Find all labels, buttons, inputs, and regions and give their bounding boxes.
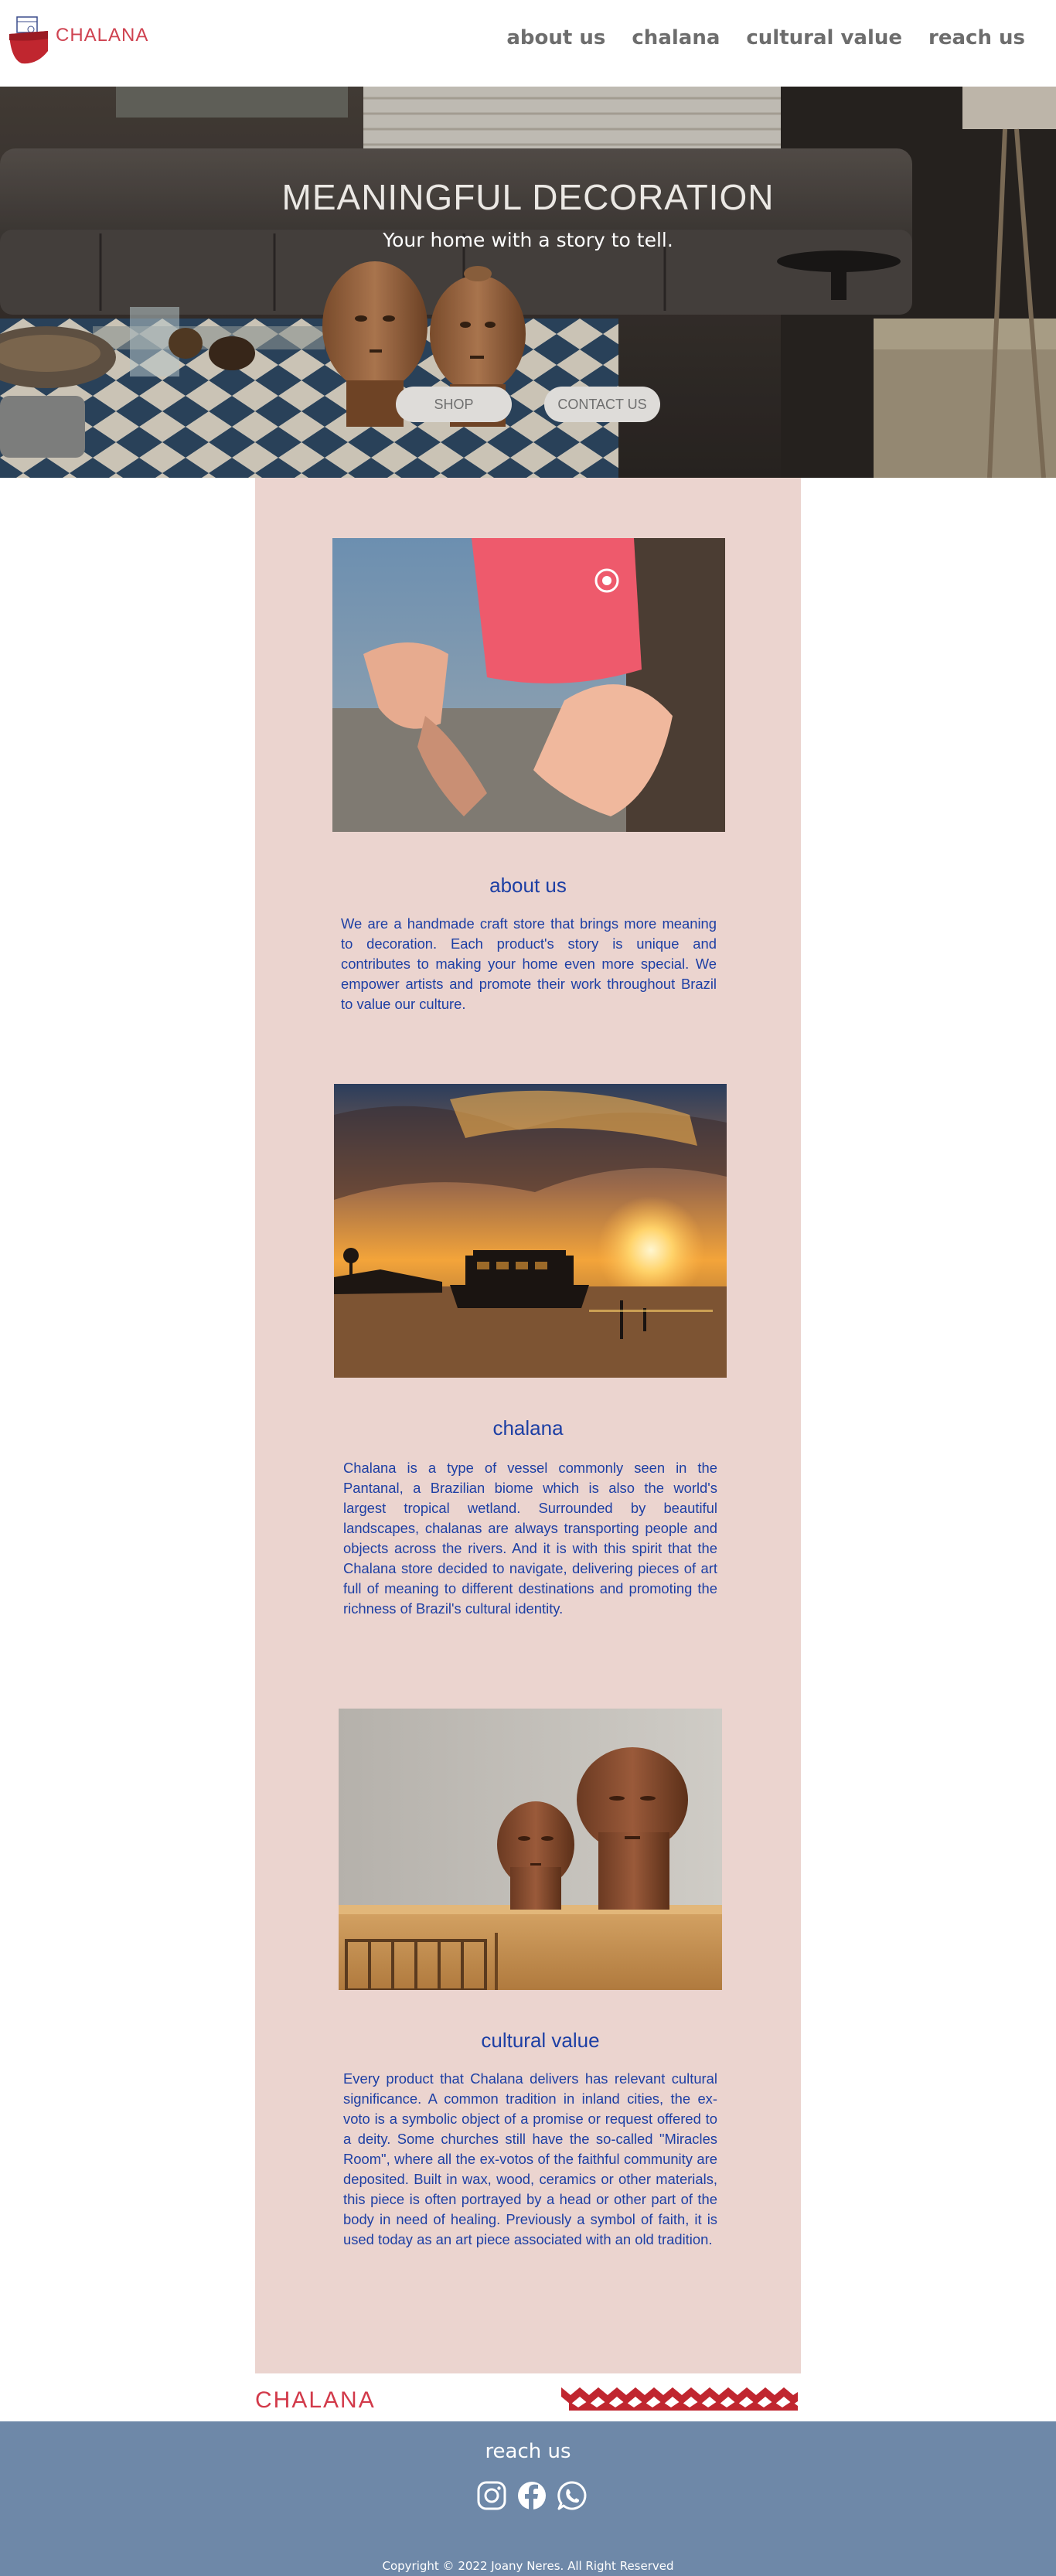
logo[interactable]: CHALANA [6, 14, 153, 68]
site-footer: reach us Copyright © 2022 Joany Neres. A… [0, 2421, 1056, 2576]
sunset-boat-image [334, 1084, 727, 1378]
contact-us-button[interactable]: CONTACT US [544, 387, 660, 422]
site-header: CHALANA about us chalana cultural value … [0, 0, 1056, 87]
boat-logo-icon [9, 16, 48, 64]
hero-title: MEANINGFUL DECORATION [281, 177, 775, 217]
ceramic-heads-image [339, 1709, 722, 1990]
chalana-title: chalana [492, 1416, 564, 1440]
shop-button[interactable]: SHOP [396, 387, 512, 422]
nav-cultural-value[interactable]: cultural value [746, 26, 902, 49]
cultural-value-text: Every product that Chalana delivers has … [343, 2070, 717, 2247]
whatsapp-icon[interactable] [557, 2480, 588, 2511]
nav-reach-us[interactable]: reach us [928, 26, 1025, 49]
decorative-pattern [561, 2387, 798, 2411]
logo-text: CHALANA [56, 25, 149, 46]
living-room-image [0, 87, 1056, 478]
main-nav: about us chalana cultural value reach us [506, 26, 1025, 49]
footer-logo-text[interactable]: CHALANA [255, 2387, 376, 2414]
nav-chalana[interactable]: chalana [632, 26, 720, 49]
about-us-text: We are a handmade craft store that bring… [341, 915, 717, 1012]
cultural-value-title: cultural value [481, 2029, 600, 2052]
nav-about-us[interactable]: about us [506, 26, 605, 49]
hands-image [332, 538, 725, 832]
instagram-icon[interactable] [476, 2480, 507, 2511]
hero-banner: MEANINGFUL DECORATION Your home with a s… [0, 87, 1056, 478]
about-us-title: about us [489, 874, 567, 897]
hero-subtitle: Your home with a story to tell. [383, 229, 673, 251]
copyright-text: Copyright © 2022 Joany Neres. All Right … [382, 2559, 674, 2573]
chalana-text: Chalana is a type of vessel commonly see… [343, 1460, 717, 1617]
reach-us-title: reach us [485, 2440, 571, 2463]
content-panel: about us We are a handmade craft store t… [255, 478, 801, 2373]
facebook-icon[interactable] [516, 2480, 547, 2511]
